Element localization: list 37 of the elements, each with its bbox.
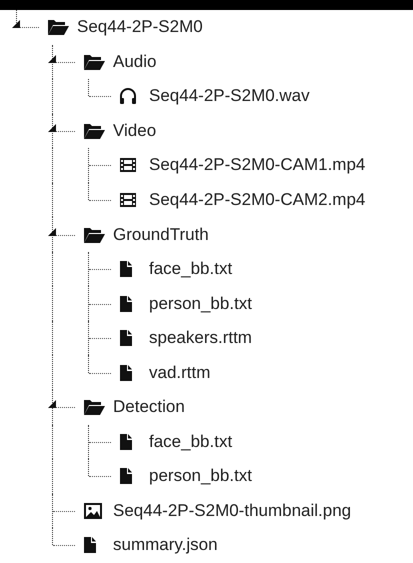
tree-item-label[interactable]: Seq44-2P-S2M0: [77, 17, 203, 38]
image-icon: [83, 502, 103, 520]
expander-icon[interactable]: [48, 124, 56, 132]
expander-icon[interactable]: [48, 54, 56, 63]
folder-icon: [83, 122, 105, 140]
file-icon: [119, 467, 133, 486]
film-icon: [119, 191, 137, 209]
tree-item-label[interactable]: face_bb.txt: [149, 259, 232, 280]
film-icon: [119, 156, 137, 174]
file-icon: [119, 329, 133, 348]
folder-icon: [83, 52, 105, 71]
headphones-icon: [119, 87, 137, 106]
tree-item-label[interactable]: summary.json: [113, 535, 218, 556]
folder-icon: [83, 398, 105, 416]
tree-item-label[interactable]: Detection: [113, 397, 185, 418]
file-icon: [83, 536, 97, 554]
file-icon: [119, 432, 133, 451]
folder-icon: [83, 226, 105, 244]
tree-item-label[interactable]: Seq44-2P-S2M0-CAM1.mp4: [149, 155, 366, 176]
tree-item-label[interactable]: person_bb.txt: [149, 466, 252, 486]
file-icon: [119, 260, 133, 278]
expander-icon[interactable]: [48, 228, 56, 236]
tree-item-label[interactable]: Audio: [113, 52, 156, 72]
tree-item-label[interactable]: Seq44-2P-S2M0-thumbnail.png: [113, 500, 352, 521]
file-icon: [119, 364, 133, 382]
folder-icon: [47, 18, 69, 36]
tree-item-label[interactable]: Seq44-2P-S2M0.wav: [149, 86, 310, 106]
tree-item-label[interactable]: Seq44-2P-S2M0-CAM2.mp4: [149, 190, 366, 210]
tree-item-label[interactable]: GroundTruth: [113, 224, 209, 245]
expander-icon[interactable]: [12, 20, 20, 28]
file-icon: [119, 294, 133, 313]
tree-item-label[interactable]: Video: [113, 120, 156, 141]
tree-item-label[interactable]: face_bb.txt: [149, 432, 232, 452]
tree-item-label[interactable]: speakers.rttm: [149, 328, 252, 348]
tree-item-label[interactable]: vad.rttm: [149, 362, 210, 383]
tree-item-label[interactable]: person_bb.txt: [149, 294, 252, 314]
expander-icon[interactable]: [48, 400, 56, 408]
